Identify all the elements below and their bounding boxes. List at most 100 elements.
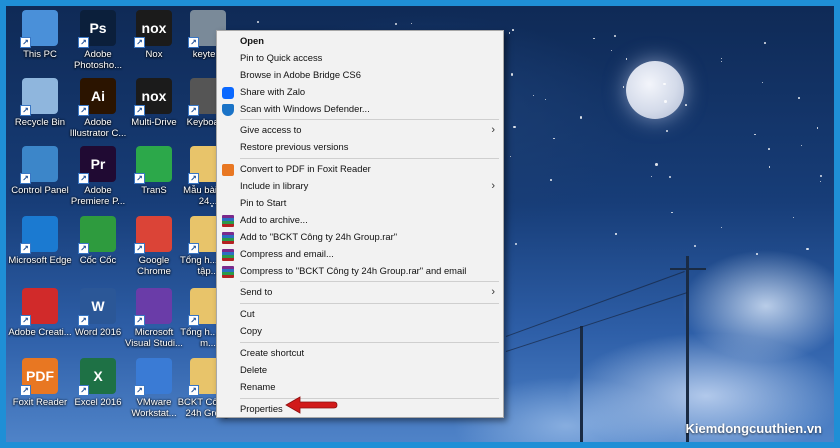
- menu-item-restore-previous-versions[interactable]: Restore previous versions: [217, 139, 503, 156]
- shortcut-arrow-icon: ↗: [134, 315, 145, 326]
- star-dot: [755, 252, 758, 255]
- menu-item-convert-to-pdf-in-foxit-reader[interactable]: Convert to PDF in Foxit Reader: [217, 161, 503, 178]
- star-dot: [613, 35, 616, 38]
- menu-item-label: Open: [240, 35, 264, 46]
- app-icon: ↗: [134, 216, 172, 254]
- desktop-icon-label: Control Panel: [11, 185, 69, 196]
- shortcut-arrow-icon: ↗: [20, 385, 31, 396]
- menu-item-copy[interactable]: Copy: [217, 323, 503, 340]
- app-icon-glyph: nox: [141, 88, 167, 104]
- utility-pole: [580, 326, 583, 442]
- menu-item-include-in-library[interactable]: Include in library ›: [217, 178, 503, 195]
- desktop-icon[interactable]: nox ↗ Nox: [124, 10, 184, 76]
- desktop-icon[interactable]: ↗ VMware Workstat...: [124, 358, 184, 424]
- desktop-icon-label: Adobe Photosho...: [73, 49, 123, 71]
- star-dot: [792, 216, 795, 219]
- utility-pole: [686, 256, 689, 442]
- app-icon: ↗: [78, 216, 116, 254]
- app-icon: ↗: [20, 216, 58, 254]
- menu-item-label: Restore previous versions: [240, 141, 349, 153]
- app-icon: Pr ↗: [78, 146, 116, 184]
- desktop-icon-label: Word 2016: [74, 327, 122, 338]
- star-dot: [650, 175, 652, 178]
- shortcut-arrow-icon: ↗: [20, 243, 31, 254]
- star-dot: [394, 23, 397, 26]
- desktop-icon[interactable]: ↗ Microsoft Visual Studi...: [124, 288, 184, 354]
- menu-separator: [240, 281, 499, 283]
- menu-item-create-shortcut[interactable]: Create shortcut: [217, 345, 503, 362]
- menu-separator: [240, 397, 499, 399]
- star-dot: [754, 133, 756, 136]
- app-icon-glyph: W: [91, 298, 105, 314]
- desktop-icon[interactable]: ↗ TranS: [124, 146, 184, 212]
- menu-item-delete[interactable]: Delete: [217, 362, 503, 379]
- menu-item-share-with-zalo[interactable]: Share with Zalo: [217, 84, 503, 101]
- menu-item-pin-to-quick-access[interactable]: Pin to Quick access: [217, 50, 503, 67]
- menu-item-label: Pin to Quick access: [240, 51, 323, 63]
- app-icon-glyph: nox: [141, 20, 167, 36]
- desktop-icon[interactable]: ↗ Microsoft Edge: [8, 216, 72, 282]
- menu-item-label: Create shortcut: [240, 347, 305, 359]
- menu-item-properties[interactable]: Properties: [217, 401, 503, 418]
- menu-item-add-to-bckt-c-ng-ty-24h-group-rar[interactable]: Add to "BCKT Công ty 24h Group.rar": [217, 229, 503, 246]
- star-dot: [512, 29, 514, 31]
- menu-item-add-to-archive[interactable]: Add to archive...: [217, 212, 503, 229]
- shortcut-arrow-icon: ↗: [20, 105, 31, 116]
- desktop-icon[interactable]: ↗ Control Panel: [10, 146, 70, 212]
- menu-item-give-access-to[interactable]: Give access to ›: [217, 122, 503, 139]
- menu-item-compress-to-bckt-c-ng-ty-24h-group-rar-and-email[interactable]: Compress to "BCKT Công ty 24h Group.rar"…: [217, 263, 503, 280]
- app-icon: ↗: [134, 288, 172, 326]
- menu-separator: [240, 303, 499, 305]
- shortcut-arrow-icon: ↗: [188, 105, 199, 116]
- shortcut-arrow-icon: ↗: [188, 173, 199, 184]
- star-dot: [622, 86, 624, 88]
- app-icon: PDF ↗: [20, 358, 58, 396]
- app-icon: nox ↗: [134, 78, 172, 116]
- menu-item-label: Compress and email...: [240, 247, 334, 259]
- menu-item-label: Cut: [240, 308, 255, 320]
- foxit-icon: [222, 164, 234, 177]
- star-dot: [798, 97, 800, 99]
- star-dot: [515, 242, 518, 245]
- star-dot: [685, 103, 687, 106]
- menu-item-label: Pin to Start: [240, 197, 287, 209]
- menu-item-scan-with-windows-defender[interactable]: Scan with Windows Defender...: [217, 101, 503, 118]
- menu-item-pin-to-start[interactable]: Pin to Start: [217, 195, 503, 212]
- desktop-icon[interactable]: ↗ This PC: [10, 10, 70, 76]
- desktop-icon[interactable]: X ↗ Excel 2016: [68, 358, 128, 424]
- shortcut-arrow-icon: ↗: [134, 37, 145, 48]
- desktop-icon[interactable]: Ai ↗ Adobe Illustrator C...: [68, 78, 128, 144]
- menu-item-label: Compress to "BCKT Công ty 24h Group.rar"…: [240, 264, 467, 276]
- star-dot: [545, 98, 547, 100]
- menu-item-cut[interactable]: Cut: [217, 306, 503, 323]
- defender-icon: [222, 103, 234, 116]
- menu-item-rename[interactable]: Rename: [217, 379, 503, 396]
- star-dot: [671, 211, 674, 214]
- menu-item-open[interactable]: Open: [217, 33, 503, 50]
- desktop-icon[interactable]: Ps ↗ Adobe Photosho...: [68, 10, 128, 76]
- desktop-icon-label: Excel 2016: [74, 397, 122, 408]
- star-dot: [800, 144, 802, 146]
- menu-item-label: Add to archive...: [240, 213, 308, 225]
- menu-item-browse-in-adobe-bridge-cs6[interactable]: Browse in Adobe Bridge CS6: [217, 67, 503, 84]
- menu-item-label: Browse in Adobe Bridge CS6: [240, 68, 361, 80]
- desktop-icon[interactable]: ↗ Adobe Creati...: [8, 288, 72, 354]
- app-icon: nox ↗: [134, 10, 172, 48]
- power-line: [505, 271, 685, 337]
- shortcut-arrow-icon: ↗: [78, 385, 89, 396]
- desktop-icon[interactable]: ↗ Cốc Cốc: [68, 216, 128, 282]
- desktop-icon[interactable]: W ↗ Word 2016: [68, 288, 128, 354]
- red-arrow-pointer: [285, 396, 338, 414]
- desktop-icon[interactable]: ↗ Google Chrome: [124, 216, 184, 282]
- desktop-icon[interactable]: PDF ↗ Foxit Reader: [10, 358, 70, 424]
- chevron-right-icon: ›: [491, 180, 495, 193]
- menu-item-compress-and-email[interactable]: Compress and email...: [217, 246, 503, 263]
- menu-separator: [240, 119, 499, 121]
- desktop-icon[interactable]: Pr ↗ Adobe Premiere P...: [68, 146, 128, 212]
- desktop-icon[interactable]: ↗ Recycle Bin: [10, 78, 70, 144]
- star-dot: [669, 176, 672, 179]
- desktop-icon[interactable]: nox ↗ Multi-Drive: [124, 78, 184, 144]
- menu-separator: [240, 342, 499, 344]
- power-line: [505, 292, 687, 352]
- menu-item-send-to[interactable]: Send to ›: [217, 284, 503, 301]
